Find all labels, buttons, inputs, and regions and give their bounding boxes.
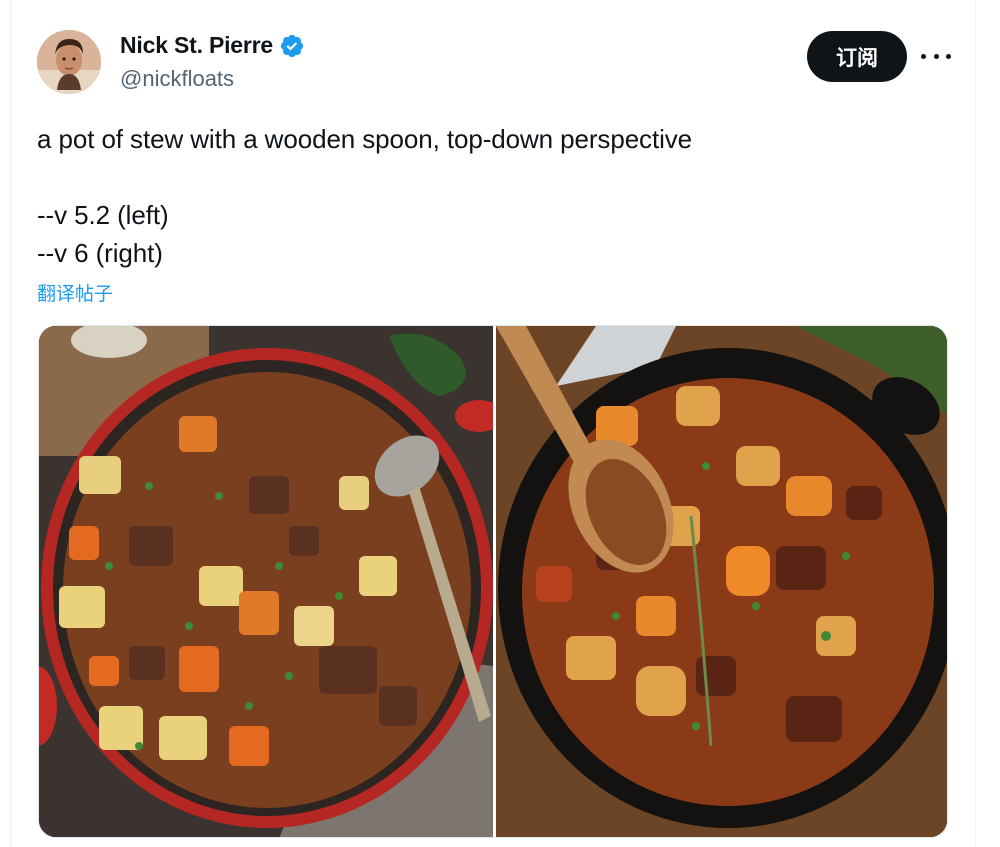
stew-image-left[interactable] [39, 326, 493, 838]
author-name[interactable]: Nick St. Pierre [120, 32, 273, 59]
post-text: a pot of stew with a wooden spoon, top-d… [37, 124, 693, 268]
verified-badge-icon [280, 34, 304, 57]
dot [933, 53, 939, 59]
stew-image-right[interactable] [496, 326, 948, 838]
author-name-row[interactable]: Nick St. Pierre [120, 32, 305, 59]
author-handle[interactable]: @nickfloats [120, 66, 234, 92]
dot [921, 53, 926, 59]
subscribe-button[interactable]: 订阅 [807, 31, 907, 82]
dot [946, 53, 951, 59]
media-grid[interactable] [38, 325, 948, 838]
card-border [975, 0, 976, 847]
avatar[interactable] [37, 30, 101, 94]
translate-post-link[interactable]: 翻译帖子 [37, 279, 113, 306]
card-border [10, 0, 11, 847]
more-horizontal-icon[interactable] [921, 44, 951, 68]
